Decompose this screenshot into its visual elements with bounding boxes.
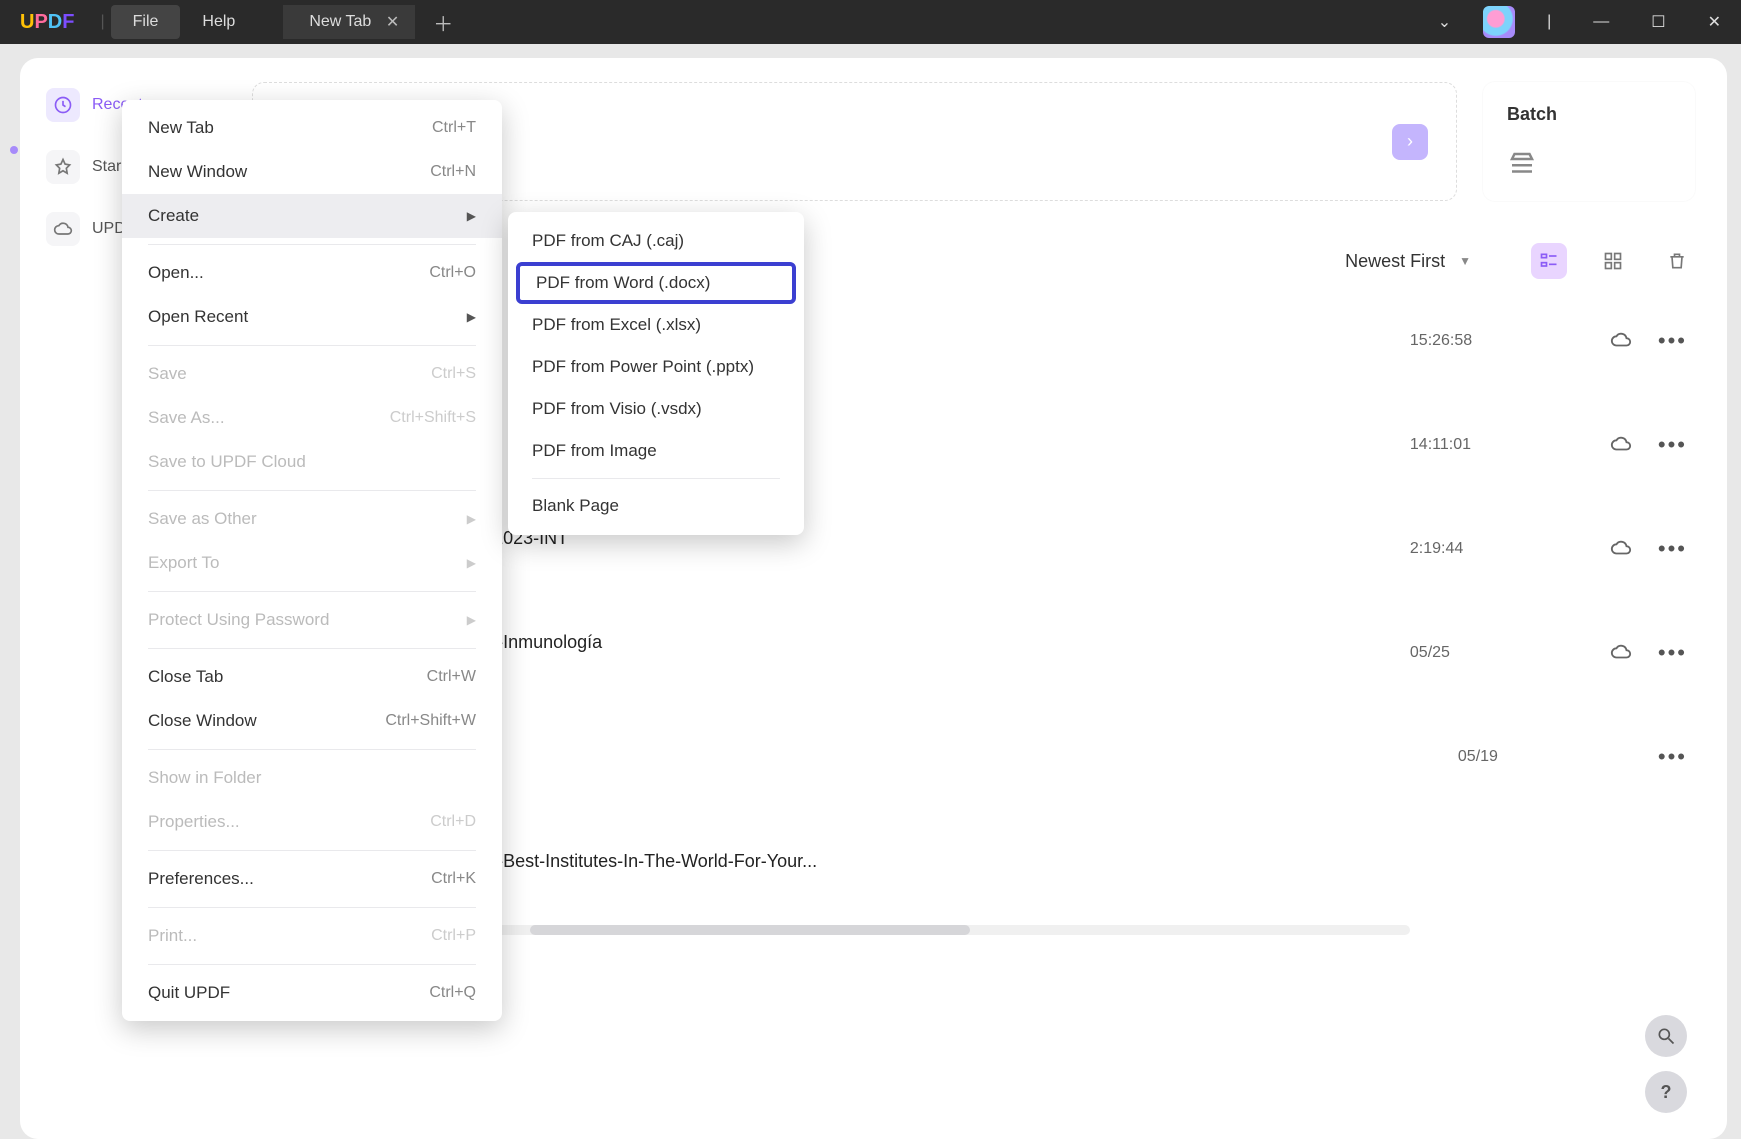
cloud-icon[interactable] [1610,433,1632,458]
help-button[interactable]: ? [1645,1071,1687,1113]
file-time: 05/19 [1458,748,1638,766]
create-submenu: PDF from CAJ (.caj) PDF from Word (.docx… [508,212,804,535]
batch-icon [1507,149,1537,179]
submenu-pdf-from-caj[interactable]: PDF from CAJ (.caj) [508,220,804,262]
more-icon[interactable]: ••• [1658,640,1687,666]
file-time: 14:11:01 [1410,436,1590,454]
maximize-button[interactable]: ☐ [1641,12,1675,32]
file-title: d-and-Apply-For-the-Best-Institutes-In-T… [336,851,1687,872]
chevron-right-icon: ▶ [467,512,476,526]
batch-label: Batch [1507,104,1671,125]
menu-protect: Protect Using Password▶ [122,598,502,642]
menu-new-window[interactable]: New WindowCtrl+N [122,150,502,194]
menu-file[interactable]: File [111,5,181,39]
cloud-icon[interactable] [1610,641,1632,666]
minimize-button[interactable]: — [1583,13,1619,31]
clock-icon [46,88,80,122]
file-time: 2:19:44 [1410,540,1590,558]
open-arrow-icon: › [1392,124,1428,160]
chevron-right-icon: ▶ [467,613,476,627]
more-icon[interactable]: ••• [1658,328,1687,354]
indicator-dot [10,146,18,154]
menu-show-folder: Show in Folder [122,756,502,800]
chevron-down-icon[interactable]: ⌄ [1428,12,1461,32]
menu-close-window[interactable]: Close WindowCtrl+Shift+W [122,699,502,743]
submenu-pdf-from-image[interactable]: PDF from Image [508,430,804,472]
menu-export-to: Export To▶ [122,541,502,585]
divider: | [100,13,104,31]
file-time: 15:26:58 [1410,332,1590,350]
tab-label: New Tab [309,13,371,30]
delete-button[interactable] [1659,243,1695,279]
submenu-pdf-from-ppt[interactable]: PDF from Power Point (.pptx) [508,346,804,388]
close-icon[interactable]: ✕ [386,12,399,32]
add-tab-button[interactable]: ＋ [433,8,453,37]
app-logo: UPDF [20,11,74,34]
menu-save: SaveCtrl+S [122,352,502,396]
view-grid-button[interactable] [1595,243,1631,279]
sort-dropdown[interactable]: Newest First ▼ [1345,251,1471,272]
menu-open-recent[interactable]: Open Recent▶ [122,295,502,339]
batch-card[interactable]: Batch [1483,82,1695,201]
user-avatar[interactable] [1483,6,1515,38]
chevron-down-icon: ▼ [1459,254,1471,268]
tab-new[interactable]: New Tab ✕ [283,5,415,39]
horizontal-scrollbar[interactable] [490,925,1410,935]
file-time: 05/25 [1410,644,1590,662]
chevron-right-icon: ▶ [467,310,476,324]
menu-create[interactable]: Create▶ [122,194,502,238]
more-icon[interactable]: ••• [1658,536,1687,562]
search-button[interactable] [1645,1015,1687,1057]
menu-new-tab[interactable]: New TabCtrl+T [122,106,502,150]
menu-save-cloud: Save to UPDF Cloud [122,440,502,484]
menu-help[interactable]: Help [180,5,257,39]
menu-print: Print...Ctrl+P [122,914,502,958]
menu-save-other: Save as Other▶ [122,497,502,541]
menu-close-tab[interactable]: Close TabCtrl+W [122,655,502,699]
menu-open[interactable]: Open...Ctrl+O [122,251,502,295]
submenu-pdf-from-excel[interactable]: PDF from Excel (.xlsx) [508,304,804,346]
sort-label: Newest First [1345,251,1445,272]
cloud-icon[interactable] [1610,329,1632,354]
submenu-blank-page[interactable]: Blank Page [508,485,804,527]
menu-save-as: Save As...Ctrl+Shift+S [122,396,502,440]
menu-preferences[interactable]: Preferences...Ctrl+K [122,857,502,901]
cloud-icon [46,212,80,246]
chevron-right-icon: ▶ [467,556,476,570]
divider: | [1537,13,1561,31]
file-menu: New TabCtrl+T New WindowCtrl+N Create▶ O… [122,100,502,1021]
view-list-button[interactable] [1531,243,1567,279]
menu-properties: Properties...Ctrl+D [122,800,502,844]
more-icon[interactable]: ••• [1658,744,1687,770]
cloud-icon[interactable] [1610,537,1632,562]
submenu-pdf-from-visio[interactable]: PDF from Visio (.vsdx) [508,388,804,430]
chevron-right-icon: ▶ [467,209,476,223]
star-icon [46,150,80,184]
menu-quit[interactable]: Quit UPDFCtrl+Q [122,971,502,1015]
titlebar: UPDF | File Help New Tab ✕ ＋ ⌄ | — ☐ ✕ [0,0,1741,44]
close-window-button[interactable]: ✕ [1698,12,1731,32]
more-icon[interactable]: ••• [1658,432,1687,458]
submenu-pdf-from-word[interactable]: PDF from Word (.docx) [516,262,796,304]
